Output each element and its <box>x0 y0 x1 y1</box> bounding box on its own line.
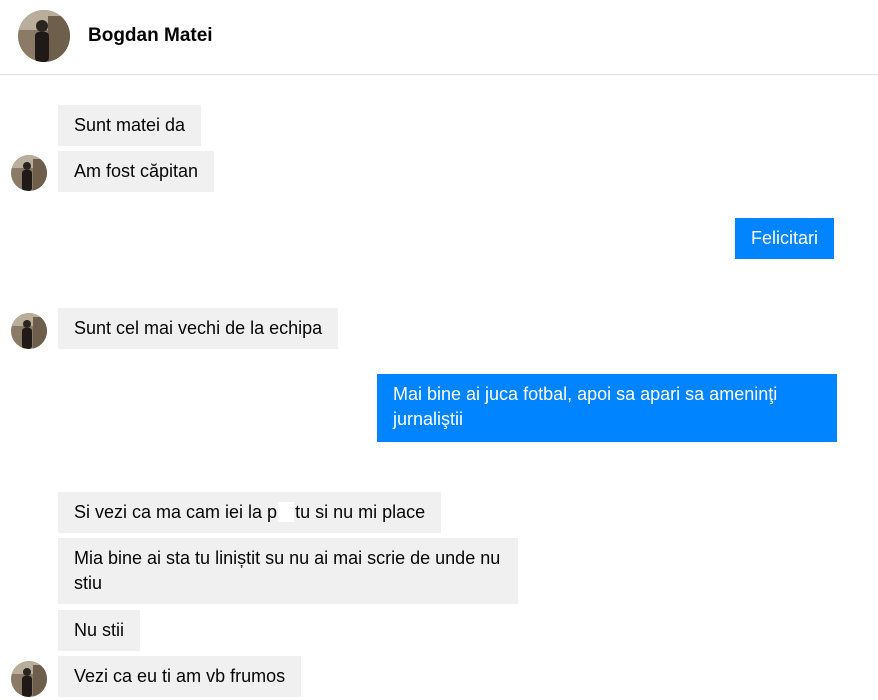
censored-word <box>278 502 295 522</box>
message-text-part: tu si nu mi place <box>295 502 426 522</box>
contact-name[interactable]: Bogdan Matei <box>88 25 213 47</box>
contact-avatar[interactable] <box>18 10 70 62</box>
sender-avatar[interactable] <box>11 661 47 697</box>
message-bubble-incoming[interactable]: Nu stii <box>58 610 141 651</box>
conversation-header: Bogdan Matei <box>0 0 878 75</box>
sender-avatar[interactable] <box>11 155 47 191</box>
message-text-part: Si vezi ca ma cam iei la p <box>74 502 278 522</box>
message-bubble-incoming[interactable]: Am fost căpitan <box>58 151 215 192</box>
message-bubble-incoming[interactable]: Sunt cel mai vechi de la echipa <box>58 308 339 349</box>
message-bubble-incoming[interactable]: Sunt matei da <box>58 105 202 146</box>
sender-avatar[interactable] <box>11 313 47 349</box>
message-bubble-outgoing[interactable]: Mai bine ai juca fotbal, apoi sa apari s… <box>377 374 837 442</box>
message-bubble-incoming[interactable]: Si vezi ca ma cam iei la p tu si nu mi pl… <box>58 492 442 533</box>
message-bubble-incoming[interactable]: Vezi ca eu ti am vb frumos <box>58 656 302 697</box>
message-bubble-outgoing[interactable]: Felicitari <box>735 218 835 259</box>
message-bubble-incoming[interactable]: Mia bine ai sta tu liniștit su nu ai mai… <box>58 538 518 604</box>
